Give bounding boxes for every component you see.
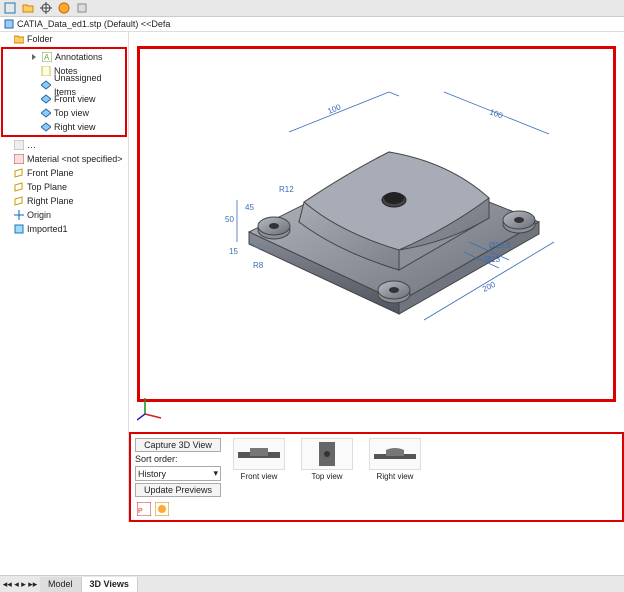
tree-folder[interactable]: Folder bbox=[0, 32, 128, 46]
plane-icon bbox=[14, 168, 24, 178]
tree-right-view[interactable]: Right view bbox=[3, 120, 125, 134]
notes-icon bbox=[41, 66, 51, 76]
view-thumbnail-top[interactable]: Top view bbox=[297, 438, 357, 516]
view-icon bbox=[41, 122, 51, 132]
dim-label: R8 bbox=[253, 261, 264, 270]
dim-label: 15 bbox=[229, 247, 238, 256]
tree-top-view[interactable]: Top view bbox=[3, 106, 125, 120]
tree-label: Right view bbox=[54, 120, 96, 134]
dim-label: Ø19.5 bbox=[489, 241, 511, 250]
tree-label: Front view bbox=[54, 92, 96, 106]
feature-icon bbox=[14, 224, 24, 234]
generic-icon bbox=[14, 140, 24, 150]
plane-icon bbox=[14, 182, 24, 192]
material-icon bbox=[14, 154, 24, 164]
chevron-down-icon: ▾ bbox=[213, 468, 218, 479]
part-icon bbox=[4, 19, 14, 29]
plane-icon bbox=[14, 196, 24, 206]
view-thumbnail-right[interactable]: Right view bbox=[365, 438, 425, 516]
tab-nav[interactable]: ◂◂ ◂ ▸ ▸▸ bbox=[0, 579, 40, 590]
file-name-bar: CATIA_Data_ed1.stp (Default) <<Defa bbox=[0, 17, 624, 32]
sphere-icon[interactable] bbox=[56, 0, 72, 16]
view-icon bbox=[41, 108, 51, 118]
view-thumbnail-front[interactable]: Front view bbox=[229, 438, 289, 516]
tree-material[interactable]: Material <not specified> bbox=[0, 152, 128, 166]
feature-tree: Folder A Annotations Notes Unassigned It… bbox=[0, 32, 129, 522]
3d-viewport[interactable]: 100 100 200 50 45 R12 15 R8 Ø19.5 Ø13 Ca… bbox=[129, 32, 624, 522]
tree-front-plane[interactable]: Front Plane bbox=[0, 166, 128, 180]
update-previews-button[interactable]: Update Previews bbox=[135, 483, 221, 497]
dim-label: 100 bbox=[488, 107, 504, 120]
tree-label: Material <not specified> bbox=[27, 152, 123, 166]
tree-imported[interactable]: Imported1 bbox=[0, 222, 128, 236]
thumbnail-image bbox=[301, 438, 353, 470]
annotations-icon: A bbox=[42, 52, 52, 62]
thumbnail-label: Front view bbox=[241, 472, 278, 481]
tab-model[interactable]: Model bbox=[40, 577, 82, 592]
svg-text:A: A bbox=[44, 53, 50, 62]
3d-part: 100 100 200 50 45 R12 15 R8 Ø19.5 Ø13 bbox=[189, 72, 569, 352]
origin-icon bbox=[14, 210, 24, 220]
folder-icon bbox=[14, 34, 24, 44]
tree-top-plane[interactable]: Top Plane bbox=[0, 180, 128, 194]
svg-text:P: P bbox=[138, 508, 143, 515]
thumbnail-image bbox=[369, 438, 421, 470]
dim-label: R12 bbox=[279, 185, 294, 194]
tree-right-plane[interactable]: Right Plane bbox=[0, 194, 128, 208]
tree-label: Top view bbox=[54, 106, 89, 120]
tree-annotations[interactable]: A Annotations bbox=[3, 50, 125, 64]
expand-icon[interactable] bbox=[29, 52, 39, 62]
folder-icon[interactable] bbox=[20, 0, 36, 16]
toolbar-icon-5[interactable] bbox=[74, 0, 90, 16]
tree-placeholder[interactable]: … bbox=[0, 138, 128, 152]
annotations-highlight: A Annotations Notes Unassigned Items Fro… bbox=[1, 47, 127, 137]
edrawing-icon[interactable] bbox=[155, 502, 169, 516]
main-area: Folder A Annotations Notes Unassigned It… bbox=[0, 32, 624, 522]
target-icon[interactable] bbox=[38, 0, 54, 16]
dim-label: 45 bbox=[245, 203, 254, 212]
tree-label: … bbox=[27, 138, 36, 152]
export-icons: P bbox=[137, 502, 169, 516]
tree-label: Right Plane bbox=[27, 194, 74, 208]
tree-unassigned[interactable]: Unassigned Items bbox=[3, 78, 125, 92]
orientation-triad[interactable] bbox=[137, 394, 165, 422]
tree-label: Imported1 bbox=[27, 222, 68, 236]
tree-label: Top Plane bbox=[27, 180, 67, 194]
thumbnail-label: Right view bbox=[377, 472, 414, 481]
tree-label: Annotations bbox=[55, 50, 103, 64]
dim-label: 100 bbox=[326, 102, 342, 116]
tree-label: Front Plane bbox=[27, 166, 74, 180]
view-icon bbox=[41, 80, 51, 90]
view-icon bbox=[41, 94, 51, 104]
dim-label: 200 bbox=[481, 280, 497, 294]
3d-views-panel: Capture 3D View Sort order: History ▾ Upd… bbox=[129, 432, 624, 522]
toolbar-icon-1[interactable] bbox=[2, 0, 18, 16]
thumbnail-image bbox=[233, 438, 285, 470]
select-value: History bbox=[138, 469, 166, 479]
tree-label: Folder bbox=[27, 32, 53, 46]
pdf-icon[interactable]: P bbox=[137, 502, 151, 516]
tree-origin[interactable]: Origin bbox=[0, 208, 128, 222]
file-name: CATIA_Data_ed1.stp (Default) <<Defa bbox=[17, 19, 170, 29]
top-toolbar bbox=[0, 0, 624, 17]
tree-label: Origin bbox=[27, 208, 51, 222]
sort-order-select[interactable]: History ▾ bbox=[135, 466, 221, 481]
tab-3d-views[interactable]: 3D Views bbox=[82, 577, 138, 592]
sort-order-label: Sort order: bbox=[135, 454, 221, 464]
dim-label: Ø13 bbox=[485, 255, 501, 264]
capture-3d-view-button[interactable]: Capture 3D View bbox=[135, 438, 221, 452]
bottom-tabs: ◂◂ ◂ ▸ ▸▸ Model 3D Views bbox=[0, 575, 624, 592]
dim-label: 50 bbox=[225, 215, 234, 224]
thumbnail-label: Top view bbox=[311, 472, 342, 481]
